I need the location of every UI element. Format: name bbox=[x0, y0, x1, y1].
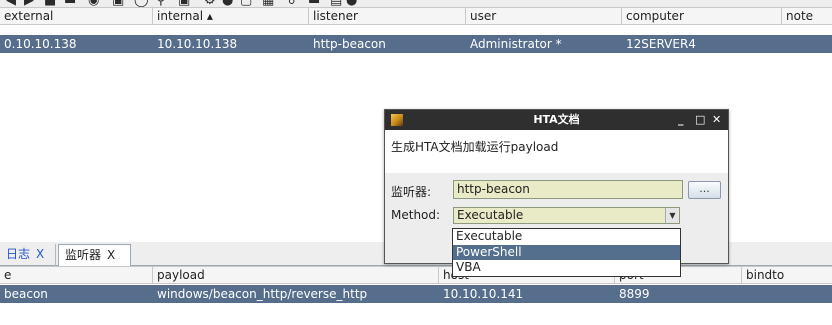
minus-icon[interactable]: ▬ bbox=[64, 0, 76, 7]
cell-host: 10.10.10.141 bbox=[443, 287, 524, 301]
cell-port: 8899 bbox=[619, 287, 650, 301]
method-select[interactable]: Executable ▼ bbox=[453, 207, 680, 224]
dialog-description: 生成HTA文档加载运行payload bbox=[391, 140, 559, 154]
tab-listeners[interactable]: 监听器 X bbox=[58, 244, 131, 266]
close-icon[interactable]: ✕ bbox=[712, 110, 721, 130]
method-label: Method: bbox=[391, 208, 441, 222]
sessions-table-header: external internal ▴ listener user comput… bbox=[0, 7, 832, 25]
image-icon[interactable]: ▣ bbox=[112, 0, 124, 7]
option-executable[interactable]: Executable bbox=[453, 229, 680, 245]
chevron-down-icon[interactable]: ▼ bbox=[665, 208, 679, 223]
back-icon[interactable]: ◀ bbox=[6, 0, 16, 7]
tab-log-label: 日志 bbox=[6, 247, 31, 261]
forward-icon[interactable]: ▶ bbox=[24, 0, 34, 7]
new-connection-icon[interactable]: ■ bbox=[44, 0, 56, 7]
tab-listeners-label: 监听器 bbox=[65, 248, 102, 262]
column-header-listener[interactable]: listener bbox=[309, 8, 466, 24]
link-icon[interactable]: ☍ bbox=[288, 0, 301, 7]
method-selected-value: Executable bbox=[457, 208, 524, 222]
cell-payload: windows/beacon_http/reverse_http bbox=[157, 287, 368, 301]
column-header-user[interactable]: user bbox=[466, 8, 622, 24]
option-powershell[interactable]: PowerShell bbox=[453, 244, 680, 260]
cell-note bbox=[782, 35, 832, 53]
column-header-bindto[interactable]: bindto bbox=[742, 267, 832, 283]
book-icon[interactable]: ▤ bbox=[330, 0, 342, 7]
cell-internal: 10.10.10.138 bbox=[157, 37, 238, 51]
browse-button[interactable]: ... bbox=[688, 181, 721, 199]
column-header-internal[interactable]: internal ▴ bbox=[153, 8, 309, 24]
column-header-external[interactable]: external bbox=[0, 8, 153, 24]
cell-computer: 12SERVER4 bbox=[626, 37, 696, 51]
close-icon[interactable]: X bbox=[36, 247, 44, 261]
option-vba[interactable]: VBA bbox=[453, 260, 680, 276]
cell-listener: http-beacon bbox=[313, 37, 386, 51]
cube-icon[interactable]: ▬ bbox=[308, 0, 320, 7]
dialog-titlebar[interactable]: HTA文档 _ □ ✕ bbox=[385, 110, 728, 130]
headphones-icon[interactable]: ◉ bbox=[88, 0, 99, 7]
listeners-table-header: e payload host port bindto bbox=[0, 266, 832, 284]
doc-icon[interactable]: ▢ bbox=[240, 0, 252, 7]
toolbar: ◀ ▶ ■ ▬ ◉ ▣ ◯ ⚲ ▣ ⚙ ● ▢ ▦ ☍ ▬ ▤ ● bbox=[0, 0, 832, 7]
minimize-icon[interactable]: _ bbox=[678, 110, 684, 130]
listener-label: 监听器: bbox=[391, 185, 432, 199]
table-row[interactable]: 0.10.10.138 10.10.10.138 http-beacon Adm… bbox=[0, 35, 832, 53]
cell-user: Administrator * bbox=[470, 37, 562, 51]
maximize-icon[interactable]: □ bbox=[695, 110, 705, 130]
cell-bindto bbox=[742, 285, 832, 303]
camera-icon[interactable]: ◯ bbox=[134, 0, 149, 7]
column-header-payload[interactable]: payload bbox=[153, 267, 439, 283]
cell-name: beacon bbox=[4, 287, 48, 301]
dialog-title: HTA文档 bbox=[533, 113, 580, 126]
cell-external: 0.10.10.138 bbox=[4, 37, 77, 51]
gear-icon[interactable]: ⚙ bbox=[204, 0, 216, 7]
cloud-icon[interactable]: ● bbox=[346, 0, 357, 7]
listener-field[interactable]: http-beacon bbox=[453, 180, 683, 199]
tab-log[interactable]: 日志 X bbox=[0, 244, 56, 266]
method-dropdown-list: Executable PowerShell VBA bbox=[452, 228, 681, 277]
column-header-computer[interactable]: computer bbox=[622, 8, 782, 24]
key-icon[interactable]: ⚲ bbox=[156, 0, 166, 7]
column-header-note[interactable]: note bbox=[782, 8, 832, 24]
coffee-icon[interactable]: ● bbox=[222, 0, 233, 7]
column-header-name[interactable]: e bbox=[0, 267, 153, 283]
close-icon[interactable]: X bbox=[107, 248, 115, 262]
picture-icon[interactable]: ▣ bbox=[178, 0, 190, 7]
save-icon[interactable]: ▦ bbox=[262, 0, 274, 7]
table-row[interactable]: beacon windows/beacon_http/reverse_http … bbox=[0, 285, 832, 303]
